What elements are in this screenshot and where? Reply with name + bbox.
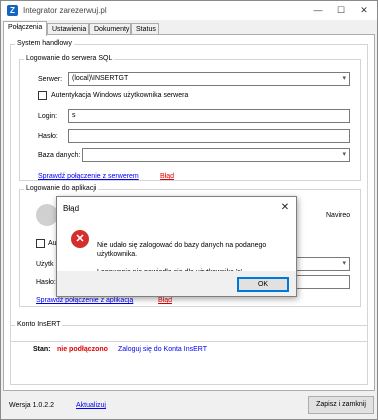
login-value: s (72, 112, 76, 119)
footer-bar: Wersja 1.0.2.2 Aktualizuj Zapisz i zamkn… (1, 393, 377, 419)
login-label: Login: (38, 113, 58, 120)
konto-insert-label: Konto InsERT (15, 321, 63, 328)
konto-connect-link[interactable]: Zaloguj się do Konta InsERT (118, 346, 207, 353)
window-title: Integrator zarezerwuj.pl (23, 6, 107, 15)
system-handlowy-group: System handlowy Logowanie do serwera SQL… (10, 40, 368, 342)
close-window-button[interactable]: ✕ (354, 3, 374, 18)
error-dialog: Błąd ✕ ✕ Nie udało się zalogować do bazy… (56, 196, 297, 297)
konto-status-value: nie podłączono (57, 346, 108, 353)
app-user-label: Użytk (36, 261, 54, 268)
dialog-message-line1: Nie udało się zalogować do bazy danych n… (97, 242, 267, 258)
password-field[interactable] (68, 129, 350, 143)
app-password-label: Hasło: (36, 279, 56, 286)
product-logo-icon (36, 204, 58, 226)
save-and-close-button[interactable]: Zapisz i zamknij (308, 396, 374, 414)
server-combo[interactable]: (local)\INSERTGT ▾ (68, 72, 350, 86)
chevron-down-icon: ▾ (342, 260, 346, 267)
dialog-body: ✕ Nie udało się zalogować do bazy danych… (57, 221, 296, 276)
chevron-down-icon: ▾ (342, 151, 346, 158)
windows-auth-label: Autentykacja Windows użytkownika serwera (51, 92, 189, 99)
system-handlowy-label: System handlowy (15, 40, 74, 47)
dialog-title: Błąd (63, 204, 80, 213)
title-bar: Z Integrator zarezerwuj.pl — ☐ ✕ (1, 1, 377, 20)
sql-login-label: Logowanie do serwera SQL (24, 55, 115, 62)
dialog-close-icon[interactable]: ✕ (278, 201, 292, 215)
minimize-button[interactable]: — (308, 3, 328, 18)
server-label: Serwer: (38, 76, 63, 83)
app-auth-checkbox[interactable] (36, 239, 45, 248)
app-error-status[interactable]: Błąd (158, 297, 172, 304)
app-login-label: Logowanie do aplikacji (24, 185, 99, 192)
ok-button[interactable]: OK (237, 277, 289, 292)
sql-login-group: Logowanie do serwera SQL Serwer: (local)… (19, 55, 361, 181)
database-label: Baza danych: (38, 152, 81, 159)
app-logo-icon: Z (7, 5, 18, 16)
konto-status-label: Stan: (33, 346, 51, 353)
konto-insert-group: Konto InsERT Stan: nie podłączono Zalogu… (10, 321, 368, 385)
check-app-connection-link[interactable]: Sprawdź połączenie z aplikacją (36, 297, 133, 304)
windows-auth-checkbox[interactable] (38, 91, 47, 100)
version-label: Wersja 1.0.2.2 (9, 402, 55, 409)
password-label: Hasło: (38, 133, 58, 140)
tab-polaczenia[interactable]: Połączenia (3, 21, 47, 36)
dialog-footer: OK (57, 271, 296, 296)
maximize-button[interactable]: ☐ (331, 3, 351, 18)
update-link[interactable]: Aktualizuj (76, 402, 106, 409)
product-name-partial: Navireo (326, 212, 351, 219)
dialog-title-bar: Błąd ✕ (57, 197, 296, 221)
server-value: (local)\INSERTGT (72, 75, 129, 82)
check-sql-connection-link[interactable]: Sprawdź połączenie z serwerem (38, 173, 139, 180)
chevron-down-icon: ▾ (342, 75, 346, 82)
error-icon: ✕ (71, 230, 89, 248)
sql-error-status[interactable]: Błąd (160, 173, 174, 180)
login-field[interactable]: s (68, 109, 350, 123)
database-combo[interactable]: ▾ (82, 148, 350, 162)
